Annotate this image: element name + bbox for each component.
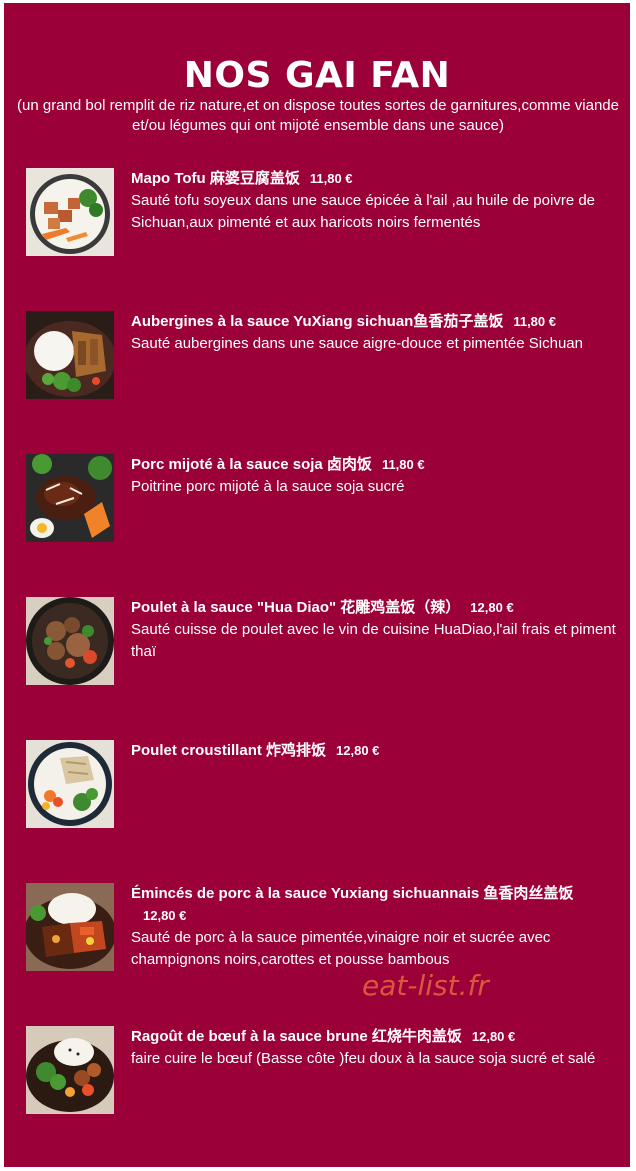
dish-description: Sauté tofu soyeux dans une sauce épicée … [131, 192, 596, 231]
dish-photo-poulet-croustillant [26, 740, 114, 828]
menu-item-poulet-croustillant: Poulet croustillant 炸鸡排饭 12,80 € [26, 740, 616, 840]
dish-description: Poitrine porc mijoté à la sauce soja suc… [131, 478, 405, 495]
dish-price: 12,80 € [143, 908, 187, 923]
dish-photo-poulet-hua-diao [26, 597, 114, 685]
dish-name-line: Aubergines à la sauce YuXiang sichuan鱼香茄… [131, 311, 616, 333]
dish-name: Poulet croustillant 炸鸡排饭 [131, 742, 327, 759]
dish-name: Mapo Tofu 麻婆豆腐盖饭 [131, 170, 300, 187]
dish-name-line: Poulet à la sauce "Hua Diao" 花雕鸡盖饭（辣） 12,… [131, 597, 616, 619]
dish-name-line: Poulet croustillant 炸鸡排饭 12,80 € [131, 740, 616, 762]
dish-description: faire cuire le bœuf (Basse côte )feu dou… [131, 1050, 596, 1067]
menu-item-emince-porc: Émincés de porc à la sauce Yuxiang sichu… [26, 883, 616, 983]
page-subtitle: (un grand bol remplit de riz nature,et o… [17, 97, 619, 134]
dish-name-line: Émincés de porc à la sauce Yuxiang sichu… [131, 883, 616, 927]
dish-name: Poulet à la sauce "Hua Diao" 花雕鸡盖饭（辣） [131, 599, 461, 616]
dish-price: 12,80 € [336, 743, 380, 758]
dish-price: 11,80 € [309, 171, 353, 186]
menu-item-aubergines: Aubergines à la sauce YuXiang sichuan鱼香茄… [26, 311, 616, 411]
watermark: eat-list.fr [362, 969, 489, 1002]
dish-description: Sauté de porc à la sauce pimentée,vinaig… [131, 929, 551, 968]
dish-photo-porc-mijote [26, 454, 114, 542]
dish-name: Porc mijoté à la sauce soja 卤肉饭 [131, 456, 372, 473]
dish-name-line: Mapo Tofu 麻婆豆腐盖饭 11,80 € [131, 168, 616, 190]
dish-name-line: Porc mijoté à la sauce soja 卤肉饭 11,80 € [131, 454, 616, 476]
dish-price: 11,80 € [513, 314, 556, 329]
menu-item-ragout-boeuf: Ragoût de bœuf à la sauce brune 红烧牛肉盖饭 12… [26, 1026, 616, 1126]
dish-name: Ragoût de bœuf à la sauce brune 红烧牛肉盖饭 [131, 1028, 462, 1045]
dish-price: 11,80 € [381, 457, 425, 472]
dish-price: 12,80 € [470, 600, 514, 615]
dish-photo-aubergines [26, 311, 114, 399]
menu-item-poulet-hua-diao: Poulet à la sauce "Hua Diao" 花雕鸡盖饭（辣） 12,… [26, 597, 616, 697]
dish-description: Sauté cuisse de poulet avec le vin de cu… [131, 621, 616, 660]
dish-photo-ragout-boeuf [26, 1026, 114, 1114]
dish-description: Sauté aubergines dans une sauce aigre-do… [131, 335, 583, 352]
menu-item-porc-mijote: Porc mijoté à la sauce soja 卤肉饭 11,80 € P… [26, 454, 616, 554]
menu-item-mapo-tofu: Mapo Tofu 麻婆豆腐盖饭 11,80 € Sauté tofu soyeu… [26, 168, 616, 268]
dish-name-line: Ragoût de bœuf à la sauce brune 红烧牛肉盖饭 12… [131, 1026, 616, 1048]
dish-name: Aubergines à la sauce YuXiang sichuan鱼香茄… [131, 313, 504, 330]
menu-page: NOS GAI FAN (un grand bol remplit de riz… [4, 3, 630, 1167]
page-title: NOS GAI FAN [183, 55, 451, 96]
dish-name: Émincés de porc à la sauce Yuxiang sichu… [131, 885, 574, 902]
dish-price: 12,80 € [471, 1029, 516, 1044]
dish-photo-mapo-tofu [26, 168, 114, 256]
dish-photo-emince-porc [26, 883, 114, 971]
